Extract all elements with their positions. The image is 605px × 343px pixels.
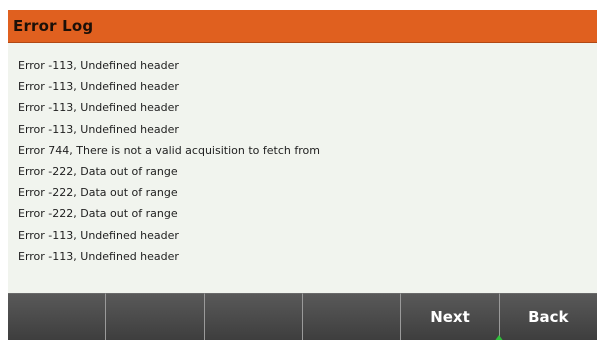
back-button-label: Back — [528, 308, 569, 326]
error-entry: Error -113, Undefined header — [18, 122, 179, 136]
error-entry: Error -113, Undefined header — [18, 80, 179, 94]
error-entry: Error 744, There is not a valid acquisit… — [18, 143, 320, 157]
softkey-3[interactable] — [204, 293, 303, 340]
softkey-bar: Next Back — [8, 293, 597, 340]
title-bar: Error Log — [8, 10, 597, 43]
error-list[interactable]: Error -113, Undefined header Error -113,… — [18, 55, 320, 267]
up-arrow-icon — [493, 335, 504, 340]
error-entry: Error -113, Undefined header — [18, 249, 179, 263]
error-entry: Error -113, Undefined header — [18, 101, 179, 115]
error-entry: Error -222, Data out of range — [18, 186, 178, 200]
error-entry: Error -222, Data out of range — [18, 164, 178, 178]
next-button[interactable]: Next — [401, 293, 500, 340]
softkey-4[interactable] — [302, 293, 402, 340]
error-log-screen: Error Log Error -113, Undefined header E… — [8, 10, 597, 340]
error-entry: Error -222, Data out of range — [18, 207, 178, 221]
softkey-2[interactable] — [106, 293, 205, 340]
back-button[interactable]: Back — [493, 293, 597, 340]
error-entry: Error -113, Undefined header — [18, 59, 179, 72]
softkey-1[interactable] — [8, 293, 107, 340]
error-entry: Error -113, Undefined header — [18, 228, 179, 242]
page-title: Error Log — [13, 17, 94, 35]
